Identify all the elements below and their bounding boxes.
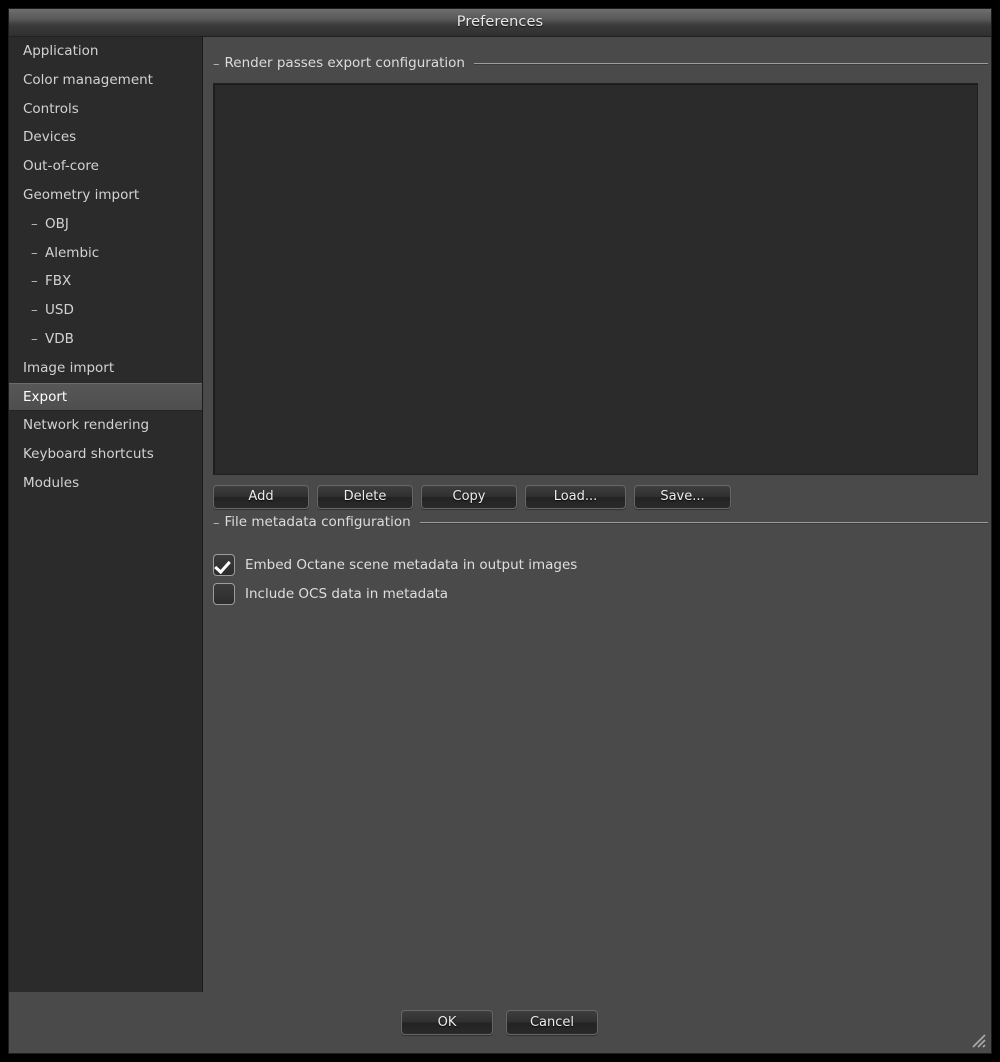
sidebar-item-label: Out-of-core <box>23 158 99 175</box>
resize-grip-icon[interactable] <box>969 1031 987 1049</box>
sidebar-item-geometry-import[interactable]: Geometry import <box>9 181 202 210</box>
sidebar-item-label: Devices <box>23 129 77 146</box>
render-passes-list[interactable] <box>213 83 978 475</box>
sidebar-child-dash-icon: – <box>31 330 38 347</box>
ok-button[interactable]: OK <box>401 1010 493 1035</box>
sidebar-item-label: Network rendering <box>23 417 150 434</box>
render-passes-button-row: Add Delete Copy Load... Save... <box>204 485 991 511</box>
sidebar-item-label: Export <box>23 388 68 405</box>
sidebar-item-export[interactable]: Export <box>9 382 202 412</box>
window-content: Application Color management Controls Devic… <box>9 37 991 1053</box>
sidebar-item-devices[interactable]: Devices <box>9 123 202 152</box>
sidebar-child-dash-icon: – <box>31 215 38 232</box>
sidebar-item-out-of-core[interactable]: Out-of-core <box>9 152 202 181</box>
save-button[interactable]: Save... <box>634 485 731 509</box>
dialog-footer: OK Cancel <box>9 992 991 1053</box>
sidebar-item-label: Modules <box>23 474 80 491</box>
sidebar-item-alembic[interactable]: – Alembic <box>9 239 202 268</box>
checkbox-label: Include OCS data in metadata <box>245 586 449 602</box>
sidebar-item-vdb[interactable]: – VDB <box>9 325 202 354</box>
sidebar-child-dash-icon: – <box>31 302 38 319</box>
sidebar-item-application[interactable]: Application <box>9 37 202 66</box>
sidebar-child-dash-icon: – <box>31 273 38 290</box>
checkbox-label: Embed Octane scene metadata in output im… <box>245 557 578 573</box>
cancel-button[interactable]: Cancel <box>506 1010 598 1035</box>
group-title: Render passes export configuration <box>224 55 465 72</box>
sidebar-item-label: VDB <box>45 330 74 347</box>
preferences-window: Preferences Application Color management C… <box>8 8 992 1054</box>
sidebar-item-label: Keyboard shortcuts <box>23 446 154 463</box>
group-rule <box>419 522 988 524</box>
window-titlebar[interactable]: Preferences <box>9 9 991 37</box>
sidebar-item-network-rendering[interactable]: Network rendering <box>9 411 202 440</box>
sidebar-item-fbx[interactable]: – FBX <box>9 267 202 296</box>
file-metadata-group: – File metadata configuration <box>213 514 988 532</box>
checkbox-unchecked-icon[interactable] <box>213 583 235 605</box>
sidebar-child-dash-icon: – <box>31 244 38 261</box>
group-title: File metadata configuration <box>224 514 411 531</box>
sidebar-item-label: FBX <box>45 273 72 290</box>
checkbox-row[interactable]: Include OCS data in metadata <box>213 583 448 605</box>
preferences-panel: – Render passes export configuration Add… <box>204 37 991 1053</box>
group-dash-icon: – <box>213 515 220 531</box>
group-header: – Render passes export configuration <box>213 55 988 73</box>
sidebar-item-label: Image import <box>23 359 115 376</box>
file-metadata-checkbox-list: Embed Octane scene metadata in output im… <box>204 532 991 612</box>
sidebar-item-usd[interactable]: – USD <box>9 296 202 325</box>
checkbox-checked-icon[interactable] <box>213 554 235 576</box>
sidebar-item-label: Application <box>23 43 99 59</box>
sidebar-item-label: OBJ <box>45 215 69 232</box>
render-passes-export-group: – Render passes export configuration <box>213 55 988 73</box>
preferences-sidebar[interactable]: Application Color management Controls Devic… <box>9 37 203 994</box>
sidebar-item-label: Controls <box>23 100 79 117</box>
sidebar-item-label: Color management <box>23 71 153 88</box>
checkbox-row[interactable]: Embed Octane scene metadata in output im… <box>213 554 577 576</box>
sidebar-item-keyboard-shortcuts[interactable]: Keyboard shortcuts <box>9 440 202 469</box>
window-title: Preferences <box>456 14 544 30</box>
sidebar-item-label: USD <box>45 302 74 319</box>
group-dash-icon: – <box>213 56 220 72</box>
load-button[interactable]: Load... <box>525 485 626 509</box>
sidebar-item-label: Alembic <box>45 244 100 261</box>
add-button[interactable]: Add <box>213 485 309 509</box>
group-rule <box>473 63 988 65</box>
copy-button[interactable]: Copy <box>421 485 517 509</box>
sidebar-item-color-management[interactable]: Color management <box>9 66 202 95</box>
sidebar-item-controls[interactable]: Controls <box>9 95 202 124</box>
sidebar-item-image-import[interactable]: Image import <box>9 354 202 383</box>
group-header: – File metadata configuration <box>213 514 988 532</box>
sidebar-item-label: Geometry import <box>23 186 140 203</box>
sidebar-item-modules[interactable]: Modules <box>9 469 202 498</box>
delete-button[interactable]: Delete <box>317 485 413 509</box>
sidebar-item-obj[interactable]: – OBJ <box>9 210 202 239</box>
